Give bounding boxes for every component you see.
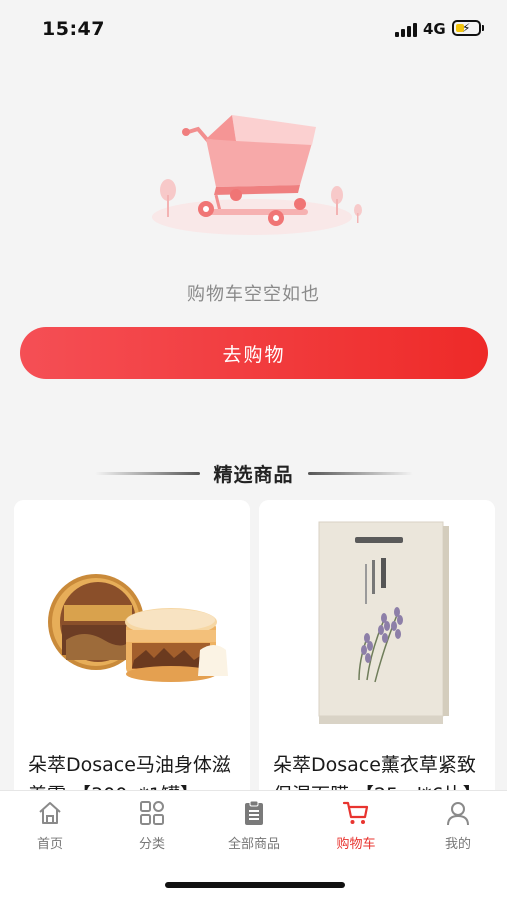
product-image-horse-oil-cream [14,500,250,735]
tab-label: 首页 [36,837,63,852]
profile-icon [447,802,469,826]
empty-shopping-cart-illustration [152,115,362,235]
section-divider-right [308,472,413,475]
tab-profile[interactable]: 我的 [418,799,498,852]
signal-icon [395,22,417,37]
tab-label: 分类 [138,837,165,852]
recommend-section-title: 精选商品 [213,464,294,486]
all-goods-icon [245,800,263,825]
tab-label: 购物车 [336,837,376,852]
network-label: 4G [423,20,446,38]
recommend-section-header: 精选商品 [0,458,507,488]
battery-tip [482,25,484,31]
category-icon [140,801,164,825]
tab-home[interactable]: 首页 [10,799,90,852]
battery-icon: ⚡ [452,20,481,36]
go-shopping-button[interactable]: 去购物 [20,327,488,379]
tab-label: 我的 [444,837,471,852]
home-indicator [165,882,345,888]
product-image-lavender-mask [259,500,495,735]
home-icon [39,802,61,824]
cart-screen: 15:47 4G ⚡ 购物车空空如也 去购物 精选商品 朵萃Dosace马油身体… [0,0,507,900]
tab-cart[interactable]: 购物车 [316,799,396,852]
tab-category[interactable]: 分类 [112,799,192,852]
status-bar: 15:47 4G ⚡ [0,0,507,58]
empty-cart-message: 购物车空空如也 [187,284,320,305]
product-card[interactable]: 朵萃Dosace薰衣草紧致保湿面膜 【25ml*6片】 [259,500,495,820]
status-time: 15:47 [42,18,105,40]
product-card[interactable]: 朵萃Dosace马油身体滋养霜 【300g*1罐】 [14,500,250,820]
tab-all-goods[interactable]: 全部商品 [214,799,294,852]
cart-icon [342,801,369,824]
tab-label: 全部商品 [227,837,280,852]
